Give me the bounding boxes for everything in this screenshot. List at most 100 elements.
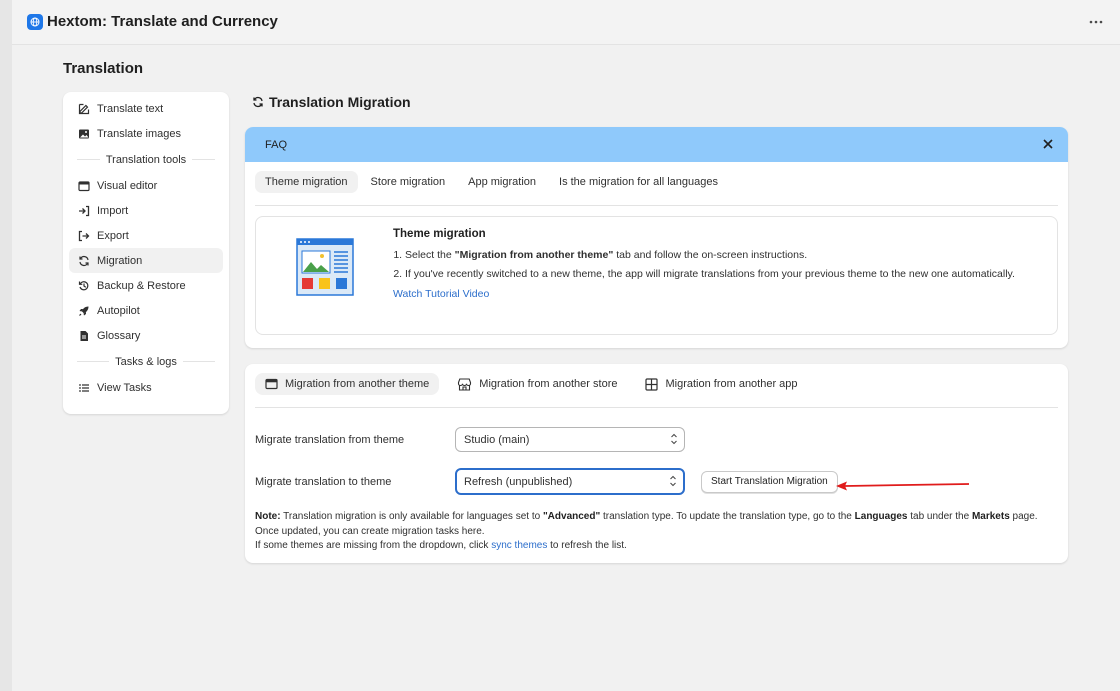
sidebar-item-migration[interactable]: Migration [69,248,223,273]
close-icon[interactable] [1042,138,1054,150]
sidebar: Translate text Translate images Translat… [63,92,229,414]
select-value: Studio (main) [464,433,530,446]
import-icon [77,204,91,218]
select-value: Refresh (unpublished) [464,475,573,488]
faq-content-title: Theme migration [393,228,486,240]
faq-tabs: Theme migration Store migration App migr… [255,171,1058,193]
note-label: Note: [255,511,281,522]
sidebar-item-translate-text[interactable]: Translate text [69,96,223,121]
note-bold: "Advanced" [542,511,601,522]
migrate-from-row: Migrate translation from theme Studio (m… [255,427,685,452]
note-text: page. [1009,511,1038,522]
step-bold-text: "Migration from another theme" [454,249,614,261]
annotation-arrow-icon [836,481,970,491]
section-title-text: Translation Migration [269,94,411,110]
faq-steps: Select the "Migration from another theme… [393,248,1043,282]
sidebar-item-visual-editor[interactable]: Visual editor [69,173,223,198]
note-text: tab under the [907,511,972,522]
sidebar-item-backup-restore[interactable]: Backup & Restore [69,273,223,298]
image-icon [77,127,91,141]
sidebar-item-label: Autopilot [97,304,140,317]
sidebar-item-label: Backup & Restore [97,279,186,292]
migrate-from-label: Migrate translation from theme [255,433,405,446]
note-text: Translation migration is only available … [280,511,543,522]
website-illustration-icon [296,238,354,299]
faq-header: FAQ [245,127,1068,162]
refresh-icon [252,96,264,108]
history-icon [77,279,91,293]
more-options-button[interactable] [1086,12,1106,32]
chevron-up-down-icon [670,432,678,449]
note-text: translation type. To update the translat… [600,511,855,522]
window-icon [265,378,278,390]
refresh-icon [77,254,91,268]
migrate-from-select[interactable]: Studio (main) [455,427,685,452]
watch-tutorial-link[interactable]: Watch Tutorial Video [393,288,489,300]
note-line-1: Note: Translation migration is only avai… [255,510,1065,525]
tab-all-languages[interactable]: Is the migration for all languages [549,171,728,193]
left-strip [0,0,12,691]
sidebar-item-autopilot[interactable]: Autopilot [69,298,223,323]
document-icon [77,329,91,343]
faq-content: Theme migration Select the "Migration fr… [393,228,1043,300]
tab-migration-from-theme[interactable]: Migration from another theme [255,373,440,395]
sidebar-item-translate-images[interactable]: Translate images [69,121,223,146]
sidebar-item-label: Glossary [97,329,141,342]
migration-card: Migration from another theme Migration f… [245,364,1068,563]
migrate-to-row: Migrate translation to theme Refresh (un… [255,468,838,495]
grid-icon [645,377,659,391]
migration-note: Note: Translation migration is only avai… [255,510,1065,554]
note-line-3: If some themes are missing from the drop… [255,539,1065,554]
faq-card: FAQ Theme migration Store migration App … [245,127,1068,348]
note-line-2: Once updated, you can create migration t… [255,525,485,537]
sidebar-item-label: Translate text [97,102,164,115]
sidebar-item-import[interactable]: Import [69,198,223,223]
faq-header-label: FAQ [265,138,288,151]
migrate-to-label: Migrate translation to theme [255,475,392,488]
app-frame: Hextom: Translate and Currency Translati… [0,0,1120,691]
sidebar-section-tasks-logs: Tasks & logs [71,348,221,375]
edit-icon [77,102,91,116]
note-text: to refresh the list. [547,540,627,551]
sidebar-item-view-tasks[interactable]: View Tasks [69,375,223,400]
store-icon [457,377,472,391]
tab-migration-from-app[interactable]: Migration from another app [635,373,807,395]
step-text: tab and follow the on-screen instruction… [613,249,808,261]
faq-step-2: If you've recently switched to a new the… [405,267,1043,282]
top-bar: Hextom: Translate and Currency [12,0,1120,45]
app-title: Hextom: Translate and Currency [47,13,278,30]
sidebar-section-translation-tools: Translation tools [71,146,221,173]
start-translation-migration-button[interactable]: Start Translation Migration [701,470,838,493]
sidebar-item-label: Export [97,229,129,242]
note-bold: Markets [971,511,1010,522]
sidebar-item-label: View Tasks [97,381,152,394]
tab-app-migration[interactable]: App migration [458,171,546,193]
note-bold: Languages [854,511,908,522]
export-icon [77,229,91,243]
sidebar-item-glossary[interactable]: Glossary [69,323,223,348]
migration-tabs: Migration from another theme Migration f… [255,373,1058,395]
window-icon [77,179,91,193]
tab-migration-from-store[interactable]: Migration from another store [447,373,627,395]
page-title: Translation [63,60,144,77]
chevron-up-down-icon [669,474,677,491]
migrate-to-select[interactable]: Refresh (unpublished) [455,468,685,495]
sidebar-item-export[interactable]: Export [69,223,223,248]
sidebar-item-label: Import [97,204,129,217]
sync-themes-link[interactable]: sync themes [491,540,547,551]
note-text: If some themes are missing from the drop… [255,540,492,551]
faq-body: Theme migration Select the "Migration fr… [255,216,1058,335]
step-text: Select the [405,249,455,261]
list-icon [77,381,91,395]
tabs-divider [255,205,1058,206]
sidebar-item-label: Visual editor [97,179,158,192]
more-icon [1089,20,1103,24]
rocket-icon [77,304,91,318]
tab-label: Migration from another app [665,378,798,390]
tab-theme-migration[interactable]: Theme migration [255,171,358,193]
migration-tabs-divider [255,407,1058,408]
tab-store-migration[interactable]: Store migration [361,171,456,193]
sidebar-item-label: Translate images [97,127,181,140]
faq-step-1: Select the "Migration from another theme… [405,248,1043,263]
globe-icon [27,14,43,30]
